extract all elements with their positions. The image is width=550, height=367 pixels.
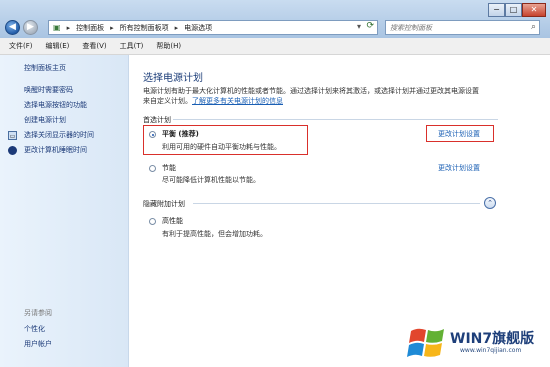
menu-file[interactable]: 文件(F) bbox=[9, 41, 33, 51]
breadcrumb-separator-icon: ▸ bbox=[174, 23, 179, 32]
see-also-personalization[interactable]: 个性化 bbox=[24, 324, 45, 334]
sidebar-item-sleep-time[interactable]: 更改计算机睡眠时间 bbox=[24, 145, 87, 155]
plan-saver-change-link[interactable]: 更改计划设置 bbox=[438, 163, 480, 173]
sidebar: 控制面板主页 唤醒时需要密码 选择电源按钮的功能 创建电源计划 ▭ 选择关闭显示… bbox=[0, 55, 129, 367]
page-title: 选择电源计划 bbox=[143, 73, 203, 84]
minimize-button[interactable]: − bbox=[488, 3, 505, 17]
learn-more-link[interactable]: 了解更多有关电源计划的信息 bbox=[192, 97, 283, 105]
search-icon[interactable]: ⌕ bbox=[531, 22, 536, 32]
hidden-plans-label: 隐藏附加计划 bbox=[143, 200, 185, 208]
forward-button[interactable]: ▶ bbox=[23, 20, 38, 35]
plan-saver-radio[interactable] bbox=[149, 165, 156, 172]
windows-flag-icon bbox=[407, 328, 444, 357]
sidebar-item-wake-password[interactable]: 唤醒时需要密码 bbox=[24, 85, 73, 95]
plan-saver-description: 尽可能降低计算机性能以节能。 bbox=[162, 176, 260, 184]
sidebar-item-display-off[interactable]: 选择关闭显示器的时间 bbox=[24, 130, 94, 140]
breadcrumb-separator-icon: ▸ bbox=[66, 23, 71, 32]
section-divider bbox=[173, 119, 498, 120]
watermark-brand: WIN7旗舰版 bbox=[450, 331, 535, 347]
breadcrumb-power-options[interactable]: 电源选项 bbox=[184, 23, 212, 33]
close-button[interactable]: ✕ bbox=[522, 3, 546, 17]
plan-saver-name[interactable]: 节能 bbox=[162, 163, 176, 173]
plan-balanced-radio[interactable] bbox=[149, 131, 156, 138]
menu-edit[interactable]: 编辑(E) bbox=[46, 41, 70, 51]
sidebar-home-link[interactable]: 控制面板主页 bbox=[24, 63, 66, 73]
maximize-button[interactable]: □ bbox=[505, 3, 522, 17]
watermark-logo: WIN7旗舰版 www.win7qijian.com bbox=[405, 318, 550, 367]
search-input[interactable] bbox=[386, 21, 524, 34]
collapse-chevron-up-icon[interactable]: ⌃ bbox=[484, 197, 496, 209]
address-bar[interactable]: ▣ ▸ 控制面板 ▸ 所有控制面板项 ▸ 电源选项 ▾ ⟳ bbox=[48, 20, 378, 35]
section-divider bbox=[193, 203, 480, 204]
menu-view[interactable]: 查看(V) bbox=[82, 41, 106, 51]
see-also-heading: 另请参阅 bbox=[24, 309, 52, 317]
plan-balanced-name[interactable]: 平衡 (推荐) bbox=[162, 129, 199, 139]
description-line2: 来自定义计划。 bbox=[143, 97, 192, 105]
watermark-url: www.win7qijian.com bbox=[460, 347, 522, 354]
moon-icon bbox=[8, 146, 17, 155]
sidebar-item-power-button[interactable]: 选择电源按钮的功能 bbox=[24, 100, 87, 110]
page-description: 电源计划有助于最大化计算机的性能或者节能。通过选择计划来将其激活，或选择计划并通… bbox=[143, 86, 518, 106]
plan-high-performance-radio[interactable] bbox=[149, 218, 156, 225]
control-panel-icon: ▣ bbox=[53, 23, 61, 32]
monitor-icon: ▭ bbox=[8, 131, 17, 140]
breadcrumb-all-items[interactable]: 所有控制面板项 bbox=[120, 23, 169, 33]
refresh-icon[interactable]: ⟳ bbox=[366, 21, 374, 31]
sidebar-item-create-plan[interactable]: 创建电源计划 bbox=[24, 115, 66, 125]
menu-help[interactable]: 帮助(H) bbox=[156, 41, 181, 51]
see-also-user-accounts[interactable]: 用户帐户 bbox=[24, 339, 52, 349]
plan-high-performance-description: 有利于提高性能，但会增加功耗。 bbox=[162, 230, 267, 238]
plan-balanced-change-link[interactable]: 更改计划设置 bbox=[438, 129, 480, 139]
description-line1: 电源计划有助于最大化计算机的性能或者节能。通过选择计划来将其激活，或选择计划并通… bbox=[143, 87, 479, 95]
title-bar: ◀ ▶ ▣ ▸ 控制面板 ▸ 所有控制面板项 ▸ 电源选项 ▾ ⟳ ⌕ − □ … bbox=[0, 0, 550, 38]
plan-high-performance-name[interactable]: 高性能 bbox=[162, 216, 183, 226]
dropdown-arrow-icon[interactable]: ▾ bbox=[357, 22, 361, 31]
breadcrumb-separator-icon: ▸ bbox=[110, 23, 114, 32]
search-box[interactable]: ⌕ bbox=[385, 20, 540, 35]
menu-tools[interactable]: 工具(T) bbox=[120, 41, 144, 51]
menu-bar: 文件(F) 编辑(E) 查看(V) 工具(T) 帮助(H) bbox=[0, 38, 550, 55]
breadcrumb-control-panel[interactable]: 控制面板 bbox=[76, 23, 104, 33]
preferred-plans-label: 首选计划 bbox=[143, 116, 171, 124]
plan-balanced-description: 利用可用的硬件自动平衡功耗与性能。 bbox=[162, 143, 281, 151]
back-button[interactable]: ◀ bbox=[5, 20, 20, 35]
